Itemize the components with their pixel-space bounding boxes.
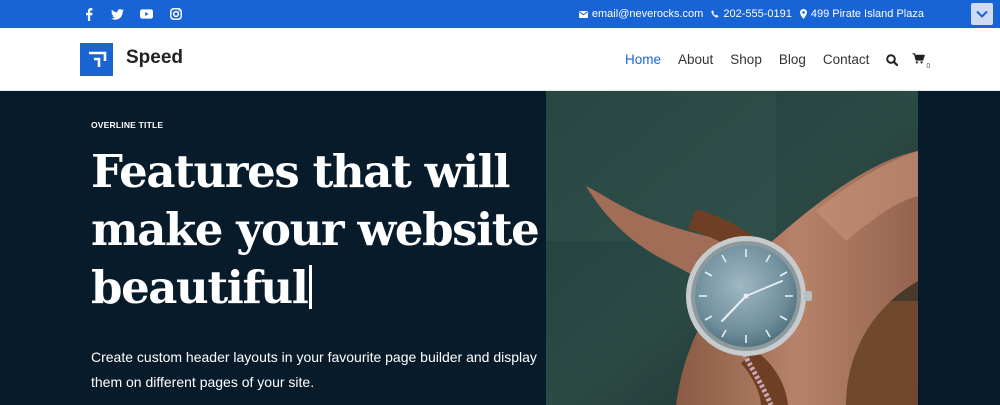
cart-icon — [912, 51, 926, 69]
instagram-icon[interactable] — [169, 8, 182, 21]
hero-headline-text: Features that will make your website bea… — [91, 145, 540, 314]
contact-info: email@neverocks.com 202-555-0191 499 Pir… — [578, 0, 924, 28]
main-nav: Home About Shop Blog Contact 0 — [625, 28, 930, 91]
facebook-icon[interactable] — [82, 7, 95, 21]
logo-icon[interactable] — [80, 43, 113, 76]
cart-count-badge: 0 — [926, 62, 931, 70]
nav-item-contact[interactable]: Contact — [823, 52, 870, 67]
nav-item-blog[interactable]: Blog — [779, 52, 806, 67]
typing-cursor — [309, 265, 313, 309]
address-link[interactable]: 499 Pirate Island Plaza — [799, 8, 924, 20]
hero-section: OVERLINE TITLE Features that will make y… — [0, 91, 1000, 405]
dropdown-toggle-button[interactable] — [971, 3, 993, 25]
email-link[interactable]: email@neverocks.com — [578, 8, 704, 20]
overline-title: OVERLINE TITLE — [91, 120, 164, 130]
site-title[interactable]: Speed — [126, 47, 183, 69]
nav-item-about[interactable]: About — [678, 52, 713, 67]
email-text: email@neverocks.com — [591, 8, 704, 20]
phone-link[interactable]: 202-555-0191 — [711, 8, 792, 20]
twitter-icon[interactable] — [111, 8, 124, 21]
phone-text: 202-555-0191 — [723, 8, 792, 20]
hero-subtext: Create custom header layouts in your fav… — [91, 349, 537, 390]
nav-item-home[interactable]: Home — [625, 52, 661, 67]
address-text: 499 Pirate Island Plaza — [810, 8, 924, 20]
envelope-icon — [578, 10, 588, 18]
search-icon[interactable] — [886, 53, 899, 66]
chevron-down-icon — [976, 5, 988, 23]
youtube-icon[interactable] — [140, 8, 153, 21]
social-links — [82, 0, 182, 28]
map-pin-icon — [799, 9, 807, 19]
nav-item-shop[interactable]: Shop — [730, 52, 762, 67]
hero-headline: Features that will make your website bea… — [91, 143, 541, 317]
site-header: Speed Home About Shop Blog Contact 0 — [0, 28, 1000, 91]
top-bar: email@neverocks.com 202-555-0191 499 Pir… — [0, 0, 1000, 28]
cart-button[interactable]: 0 — [912, 51, 931, 70]
phone-icon — [711, 10, 719, 18]
wristwatch-photo — [546, 91, 918, 405]
